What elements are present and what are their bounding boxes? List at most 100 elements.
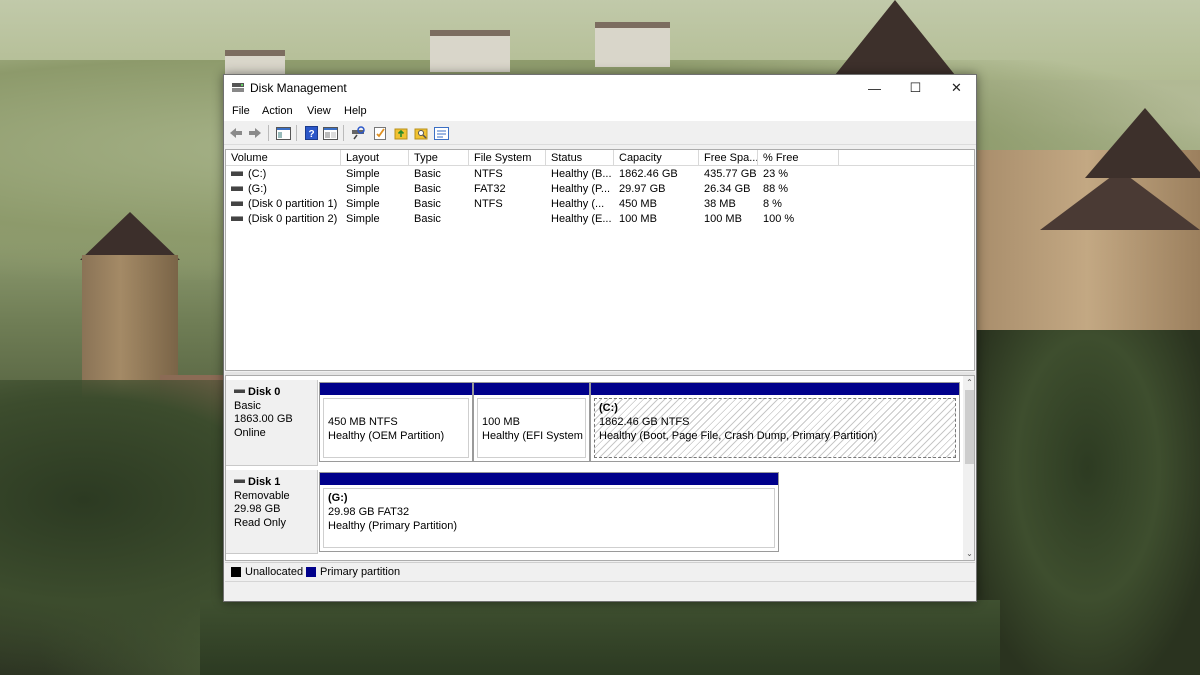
cell-free-space: 26.34 GB [704, 183, 751, 195]
cell-volume: (Disk 0 partition 2) [226, 212, 341, 227]
cell-percent-free: 23 % [763, 168, 789, 180]
checklist-icon[interactable] [372, 125, 388, 141]
minimize-button[interactable]: — [854, 75, 895, 101]
partition-status: Healthy (Primary Partition) [328, 520, 457, 532]
cell-capacity: 100 MB [619, 213, 657, 225]
wallpaper-trees [975, 330, 1200, 675]
disk-name-text: Disk 0 [248, 386, 281, 398]
legend-label-unallocated: Unallocated [245, 566, 304, 578]
table-row[interactable]: (G:) Simple Basic FAT32 Healthy (P... 29… [226, 182, 974, 197]
disk-type: Basic [234, 399, 261, 412]
cell-file-system: NTFS [474, 198, 503, 210]
partition-size: 1862.46 GB NTFS [599, 416, 690, 428]
volume-list-header: Volume Layout Type File System Status Ca… [226, 150, 974, 166]
cell-volume-text: (C:) [248, 168, 267, 180]
toolbar: ? [224, 121, 976, 145]
partition-title: (C:) [599, 402, 618, 414]
svg-text:?: ? [308, 129, 314, 140]
scroll-thumb[interactable] [965, 390, 974, 464]
partition-color-bar [474, 383, 589, 395]
volume-icon [231, 170, 243, 176]
column-header-status[interactable]: Status [546, 150, 614, 166]
cell-file-system: FAT32 [474, 183, 506, 195]
partition-title: (G:) [328, 492, 348, 504]
table-row[interactable]: (C:) Simple Basic NTFS Healthy (B... 186… [226, 167, 974, 182]
cell-free-space: 435.77 GB [704, 168, 757, 180]
disk-map: Disk 0 Basic 1863.00 GB Online 450 MB NT… [225, 375, 975, 561]
window-title: Disk Management [250, 81, 347, 95]
partition-g-drive[interactable]: (G:) 29.98 GB FAT32 Healthy (Primary Par… [319, 472, 779, 552]
partition-size: 29.98 GB FAT32 [328, 506, 410, 518]
volume-list: Volume Layout Type File System Status Ca… [225, 149, 975, 371]
menu-help[interactable]: Help [344, 105, 367, 117]
properties-icon[interactable] [322, 125, 338, 141]
settings-panel-icon[interactable] [433, 125, 449, 141]
partition-status: Healthy (EFI System P [482, 430, 586, 442]
close-button[interactable]: ✕ [936, 75, 977, 101]
column-header-free-space[interactable]: Free Spa... [699, 150, 758, 166]
cell-volume-text: (Disk 0 partition 1) [248, 198, 338, 210]
partition-color-bar [320, 383, 472, 395]
column-header-type[interactable]: Type [409, 150, 469, 166]
disk-icon [234, 479, 245, 484]
menu-file[interactable]: File [232, 105, 250, 117]
legend-label-primary: Primary partition [320, 566, 401, 578]
partition-status: Healthy (Boot, Page File, Crash Dump, Pr… [599, 430, 878, 442]
disk-map-scrollbar[interactable]: ⌃ ⌄ [963, 376, 974, 560]
cell-layout: Simple [346, 213, 380, 225]
folder-up-icon[interactable] [393, 125, 409, 141]
partition-status: Healthy (OEM Partition) [328, 430, 445, 442]
forward-arrow-icon[interactable] [247, 125, 263, 141]
disk-management-window: Disk Management — ☐ ✕ File Action View H… [223, 74, 977, 602]
partition-body: 100 MB Healthy (EFI System P [477, 398, 586, 458]
partition-oem[interactable]: 450 MB NTFS Healthy (OEM Partition) [319, 382, 473, 462]
cell-status: Healthy (... [551, 198, 605, 210]
wallpaper-house [430, 30, 510, 72]
column-header-percent-free[interactable]: % Free [758, 150, 839, 166]
partition-title [482, 401, 585, 415]
back-arrow-icon[interactable] [228, 125, 244, 141]
partition-body: 450 MB NTFS Healthy (OEM Partition) [323, 398, 469, 458]
cell-free-space: 38 MB [704, 198, 736, 210]
menu-bar: File Action View Help [224, 101, 976, 121]
wallpaper-trees [200, 600, 1000, 675]
close-icon: ✕ [951, 80, 962, 95]
cell-layout: Simple [346, 168, 380, 180]
partition-efi[interactable]: 100 MB Healthy (EFI System P [473, 382, 590, 462]
table-row[interactable]: (Disk 0 partition 2) Simple Basic Health… [226, 212, 974, 227]
disk-label[interactable]: Disk 1 Removable 29.98 GB Read Only [226, 470, 318, 554]
column-header-layout[interactable]: Layout [341, 150, 409, 166]
toolbar-separator [268, 125, 269, 141]
disk-state: Online [234, 426, 266, 439]
partition-body-selected: (C:) 1862.46 GB NTFS Healthy (Boot, Page… [594, 398, 956, 458]
toolbar-separator [343, 125, 344, 141]
console-tree-icon[interactable] [275, 125, 291, 141]
cell-volume-text: (Disk 0 partition 2) [248, 213, 338, 225]
status-bar [225, 581, 975, 601]
disk-state: Read Only [234, 516, 286, 529]
partition-c-drive[interactable]: (C:) 1862.46 GB NTFS Healthy (Boot, Page… [590, 382, 960, 462]
disk-size: 29.98 GB [234, 503, 281, 515]
scroll-down-icon[interactable]: ⌄ [963, 547, 974, 560]
disk-row-1: Disk 1 Removable 29.98 GB Read Only (G:)… [226, 470, 962, 554]
column-header-volume[interactable]: Volume [226, 150, 341, 166]
scroll-up-icon[interactable]: ⌃ [963, 376, 974, 389]
partition-title [328, 401, 468, 415]
table-row[interactable]: (Disk 0 partition 1) Simple Basic NTFS H… [226, 197, 974, 212]
rescan-disks-icon[interactable] [350, 125, 366, 141]
cell-layout: Simple [346, 183, 380, 195]
disk-name-text: Disk 1 [248, 476, 281, 488]
partition-body: (G:) 29.98 GB FAT32 Healthy (Primary Par… [323, 488, 775, 548]
disk-label[interactable]: Disk 0 Basic 1863.00 GB Online [226, 380, 318, 466]
help-icon[interactable]: ? [303, 125, 319, 141]
wallpaper-house [225, 50, 285, 75]
cell-capacity: 29.97 GB [619, 183, 666, 195]
disk-size: 1863.00 GB [234, 413, 293, 425]
maximize-button[interactable]: ☐ [895, 75, 936, 101]
folder-search-icon[interactable] [413, 125, 429, 141]
column-header-file-system[interactable]: File System [469, 150, 546, 166]
title-bar[interactable]: Disk Management — ☐ ✕ [224, 75, 976, 101]
menu-view[interactable]: View [307, 105, 331, 117]
column-header-capacity[interactable]: Capacity [614, 150, 699, 166]
menu-action[interactable]: Action [262, 105, 293, 117]
